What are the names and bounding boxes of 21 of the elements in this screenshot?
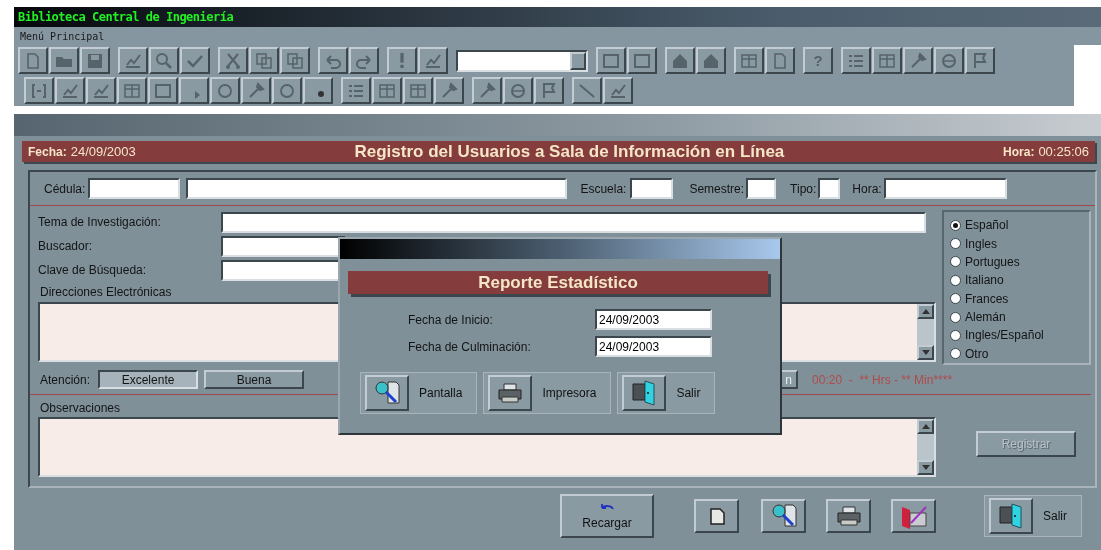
field-label: Hora: (852, 181, 882, 196)
field-label: Tipo: (790, 181, 817, 196)
date-value: 24/09/2003 (70, 144, 136, 159)
field-label: Tema de Investigación: (38, 215, 162, 229)
elapsed-time: 00:20 - ** Hrs - ** Min**** (812, 372, 953, 387)
field-label: Cédula: (44, 181, 86, 196)
time-value: 00:25:06 (1038, 144, 1089, 159)
time-label: Hora: (1003, 144, 1035, 159)
field-label: Fecha de Inicio: (408, 312, 494, 327)
field-label: Fecha de Culminación: (408, 339, 532, 354)
window-title: Biblioteca Central de Ingeniería (14, 7, 1101, 27)
field-label: Buscador: (38, 239, 94, 253)
field-label: Semestre: (689, 181, 745, 196)
field-label: Clave de Búsqueda: (38, 263, 148, 277)
section-label: Direcciones Electrónicas (39, 285, 172, 299)
form-title: Registro del Usuarios a Sala de Información en Línea (353, 141, 786, 162)
field-label: Atención: (40, 372, 91, 387)
date-label: Fecha: (28, 144, 67, 159)
dialog-title: Reporte Estadístico (348, 271, 768, 294)
field-label: Escuela: (580, 181, 627, 196)
section-label: Observaciones (39, 401, 121, 415)
